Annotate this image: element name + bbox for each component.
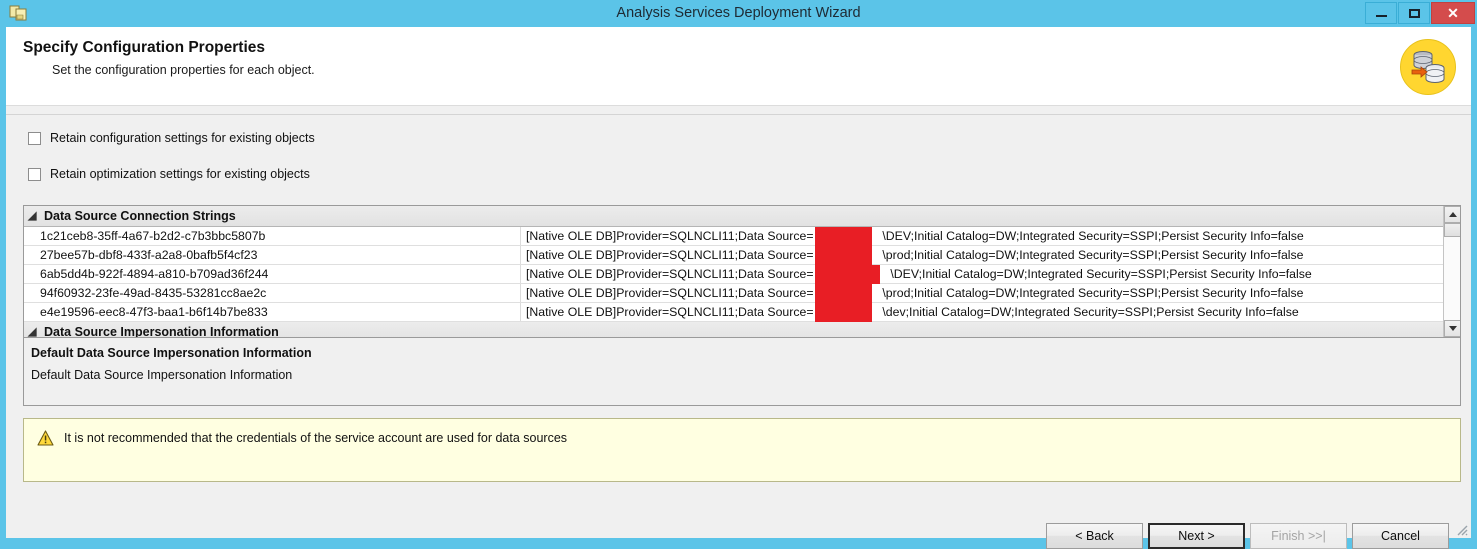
database-deploy-icon (1400, 39, 1456, 95)
redaction-block (815, 227, 872, 246)
resize-grip-icon[interactable] (1454, 522, 1468, 536)
description-body: Default Data Source Impersonation Inform… (31, 368, 293, 382)
scroll-down-button[interactable] (1444, 320, 1460, 337)
row-value-suffix: \DEV;Initial Catalog=DW;Integrated Secur… (882, 229, 1304, 243)
row-value: [Native OLE DB]Provider=SQLNCLI11;Data S… (521, 227, 1445, 245)
row-name: 6ab5dd4b-922f-4894-a810-b709ad36f244 (24, 265, 521, 283)
row-name: 27bee57b-dbf8-433f-a2a8-0bafb5f4cf23 (24, 246, 521, 264)
row-name: e4e19596-eec8-47f3-baa1-b6f14b7be833 (24, 303, 521, 321)
redaction-block (815, 284, 872, 303)
wizard-window: Analysis Services Deployment Wizard ✕ Sp… (0, 0, 1477, 549)
header-divider (6, 114, 1471, 115)
scroll-up-arrow-icon (1448, 212, 1457, 217)
configuration-property-grid[interactable]: ◢ Data Source Connection Strings 1c21ceb… (23, 205, 1461, 338)
row-value-suffix: \prod;Initial Catalog=DW;Integrated Secu… (882, 248, 1304, 262)
button-bar: < Back Next > Finish >>| Cancel (6, 493, 1471, 549)
close-button[interactable]: ✕ (1431, 2, 1475, 24)
back-button[interactable]: < Back (1046, 523, 1143, 549)
minimize-button[interactable] (1365, 2, 1397, 24)
page-title: Specify Configuration Properties (23, 39, 266, 56)
warning-text: It is not recommended that the credentia… (64, 431, 568, 445)
category-row-impersonation-information[interactable]: ◢ Data Source Impersonation Information (24, 322, 1445, 337)
window-title: Analysis Services Deployment Wizard (616, 5, 861, 21)
cancel-button[interactable]: Cancel (1352, 523, 1449, 549)
scrollbar-thumb[interactable] (1444, 223, 1460, 237)
category-row-connection-strings[interactable]: ◢ Data Source Connection Strings (24, 206, 1445, 227)
row-value: [Native OLE DB]Provider=SQLNCLI11;Data S… (521, 246, 1445, 264)
row-name: 94f60932-23fe-49ad-8435-53281cc8ae2c (24, 284, 521, 302)
scroll-up-button[interactable] (1444, 206, 1460, 223)
page-subtitle: Set the configuration properties for eac… (52, 63, 315, 77)
row-value-prefix: [Native OLE DB]Provider=SQLNCLI11;Data S… (526, 248, 814, 262)
row-name: 1c21ceb8-35ff-4a67-b2d2-c7b3bbc5807b (24, 227, 521, 245)
row-value-prefix: [Native OLE DB]Provider=SQLNCLI11;Data S… (526, 286, 814, 300)
table-row[interactable]: 1c21ceb8-35ff-4a67-b2d2-c7b3bbc5807b [Na… (24, 227, 1445, 246)
description-panel: Default Data Source Impersonation Inform… (23, 338, 1461, 406)
scroll-down-arrow-icon (1448, 326, 1457, 331)
grid-scroll-area: ◢ Data Source Connection Strings 1c21ceb… (24, 206, 1445, 337)
row-value-suffix: \dev;Initial Catalog=DW;Integrated Secur… (882, 305, 1299, 319)
finish-button: Finish >>| (1250, 523, 1347, 549)
redaction-block (815, 265, 880, 284)
category-label: Data Source Connection Strings (44, 209, 236, 223)
next-button[interactable]: Next > (1148, 523, 1245, 549)
category-label: Data Source Impersonation Information (44, 325, 279, 337)
scrollbar-track[interactable] (1444, 237, 1460, 320)
client-area: Specify Configuration Properties Set the… (6, 27, 1471, 549)
window-controls: ✕ (1364, 2, 1475, 24)
row-value: [Native OLE DB]Provider=SQLNCLI11;Data S… (521, 303, 1445, 321)
maximize-icon (1408, 8, 1420, 18)
grid-vertical-scrollbar[interactable] (1443, 206, 1460, 337)
warning-triangle-icon (37, 430, 54, 446)
redaction-block (815, 303, 872, 322)
collapse-triangle-icon[interactable]: ◢ (28, 326, 44, 337)
row-value-prefix: [Native OLE DB]Provider=SQLNCLI11;Data S… (526, 229, 814, 243)
warning-panel: It is not recommended that the credentia… (23, 418, 1461, 482)
maximize-button[interactable] (1398, 2, 1430, 24)
page-header: Specify Configuration Properties Set the… (6, 27, 1471, 106)
minimize-icon (1375, 15, 1387, 17)
retain-configuration-checkbox-row[interactable]: Retain configuration settings for existi… (28, 131, 315, 145)
retain-optimization-label: Retain optimization settings for existin… (50, 167, 310, 181)
retain-configuration-label: Retain configuration settings for existi… (50, 131, 315, 145)
description-title: Default Data Source Impersonation Inform… (31, 346, 312, 360)
table-row[interactable]: 6ab5dd4b-922f-4894-a810-b709ad36f244 [Na… (24, 265, 1445, 284)
table-row[interactable]: 27bee57b-dbf8-433f-a2a8-0bafb5f4cf23 [Na… (24, 246, 1445, 265)
retain-optimization-checkbox[interactable] (28, 167, 41, 181)
row-value-prefix: [Native OLE DB]Provider=SQLNCLI11;Data S… (526, 305, 814, 319)
row-value-prefix: [Native OLE DB]Provider=SQLNCLI11;Data S… (526, 267, 814, 281)
row-value-suffix: \prod;Initial Catalog=DW;Integrated Secu… (882, 286, 1304, 300)
redaction-block (815, 246, 872, 265)
retain-configuration-checkbox[interactable] (28, 131, 41, 145)
table-row[interactable]: e4e19596-eec8-47f3-baa1-b6f14b7be833 [Na… (24, 303, 1445, 322)
row-value: [Native OLE DB]Provider=SQLNCLI11;Data S… (521, 284, 1445, 302)
retain-optimization-checkbox-row[interactable]: Retain optimization settings for existin… (28, 167, 310, 181)
table-row[interactable]: 94f60932-23fe-49ad-8435-53281cc8ae2c [Na… (24, 284, 1445, 303)
collapse-triangle-icon[interactable]: ◢ (28, 210, 44, 222)
title-bar: Analysis Services Deployment Wizard ✕ (0, 0, 1477, 27)
row-value: [Native OLE DB]Provider=SQLNCLI11;Data S… (521, 265, 1445, 283)
row-value-suffix: \DEV;Initial Catalog=DW;Integrated Secur… (890, 267, 1312, 281)
